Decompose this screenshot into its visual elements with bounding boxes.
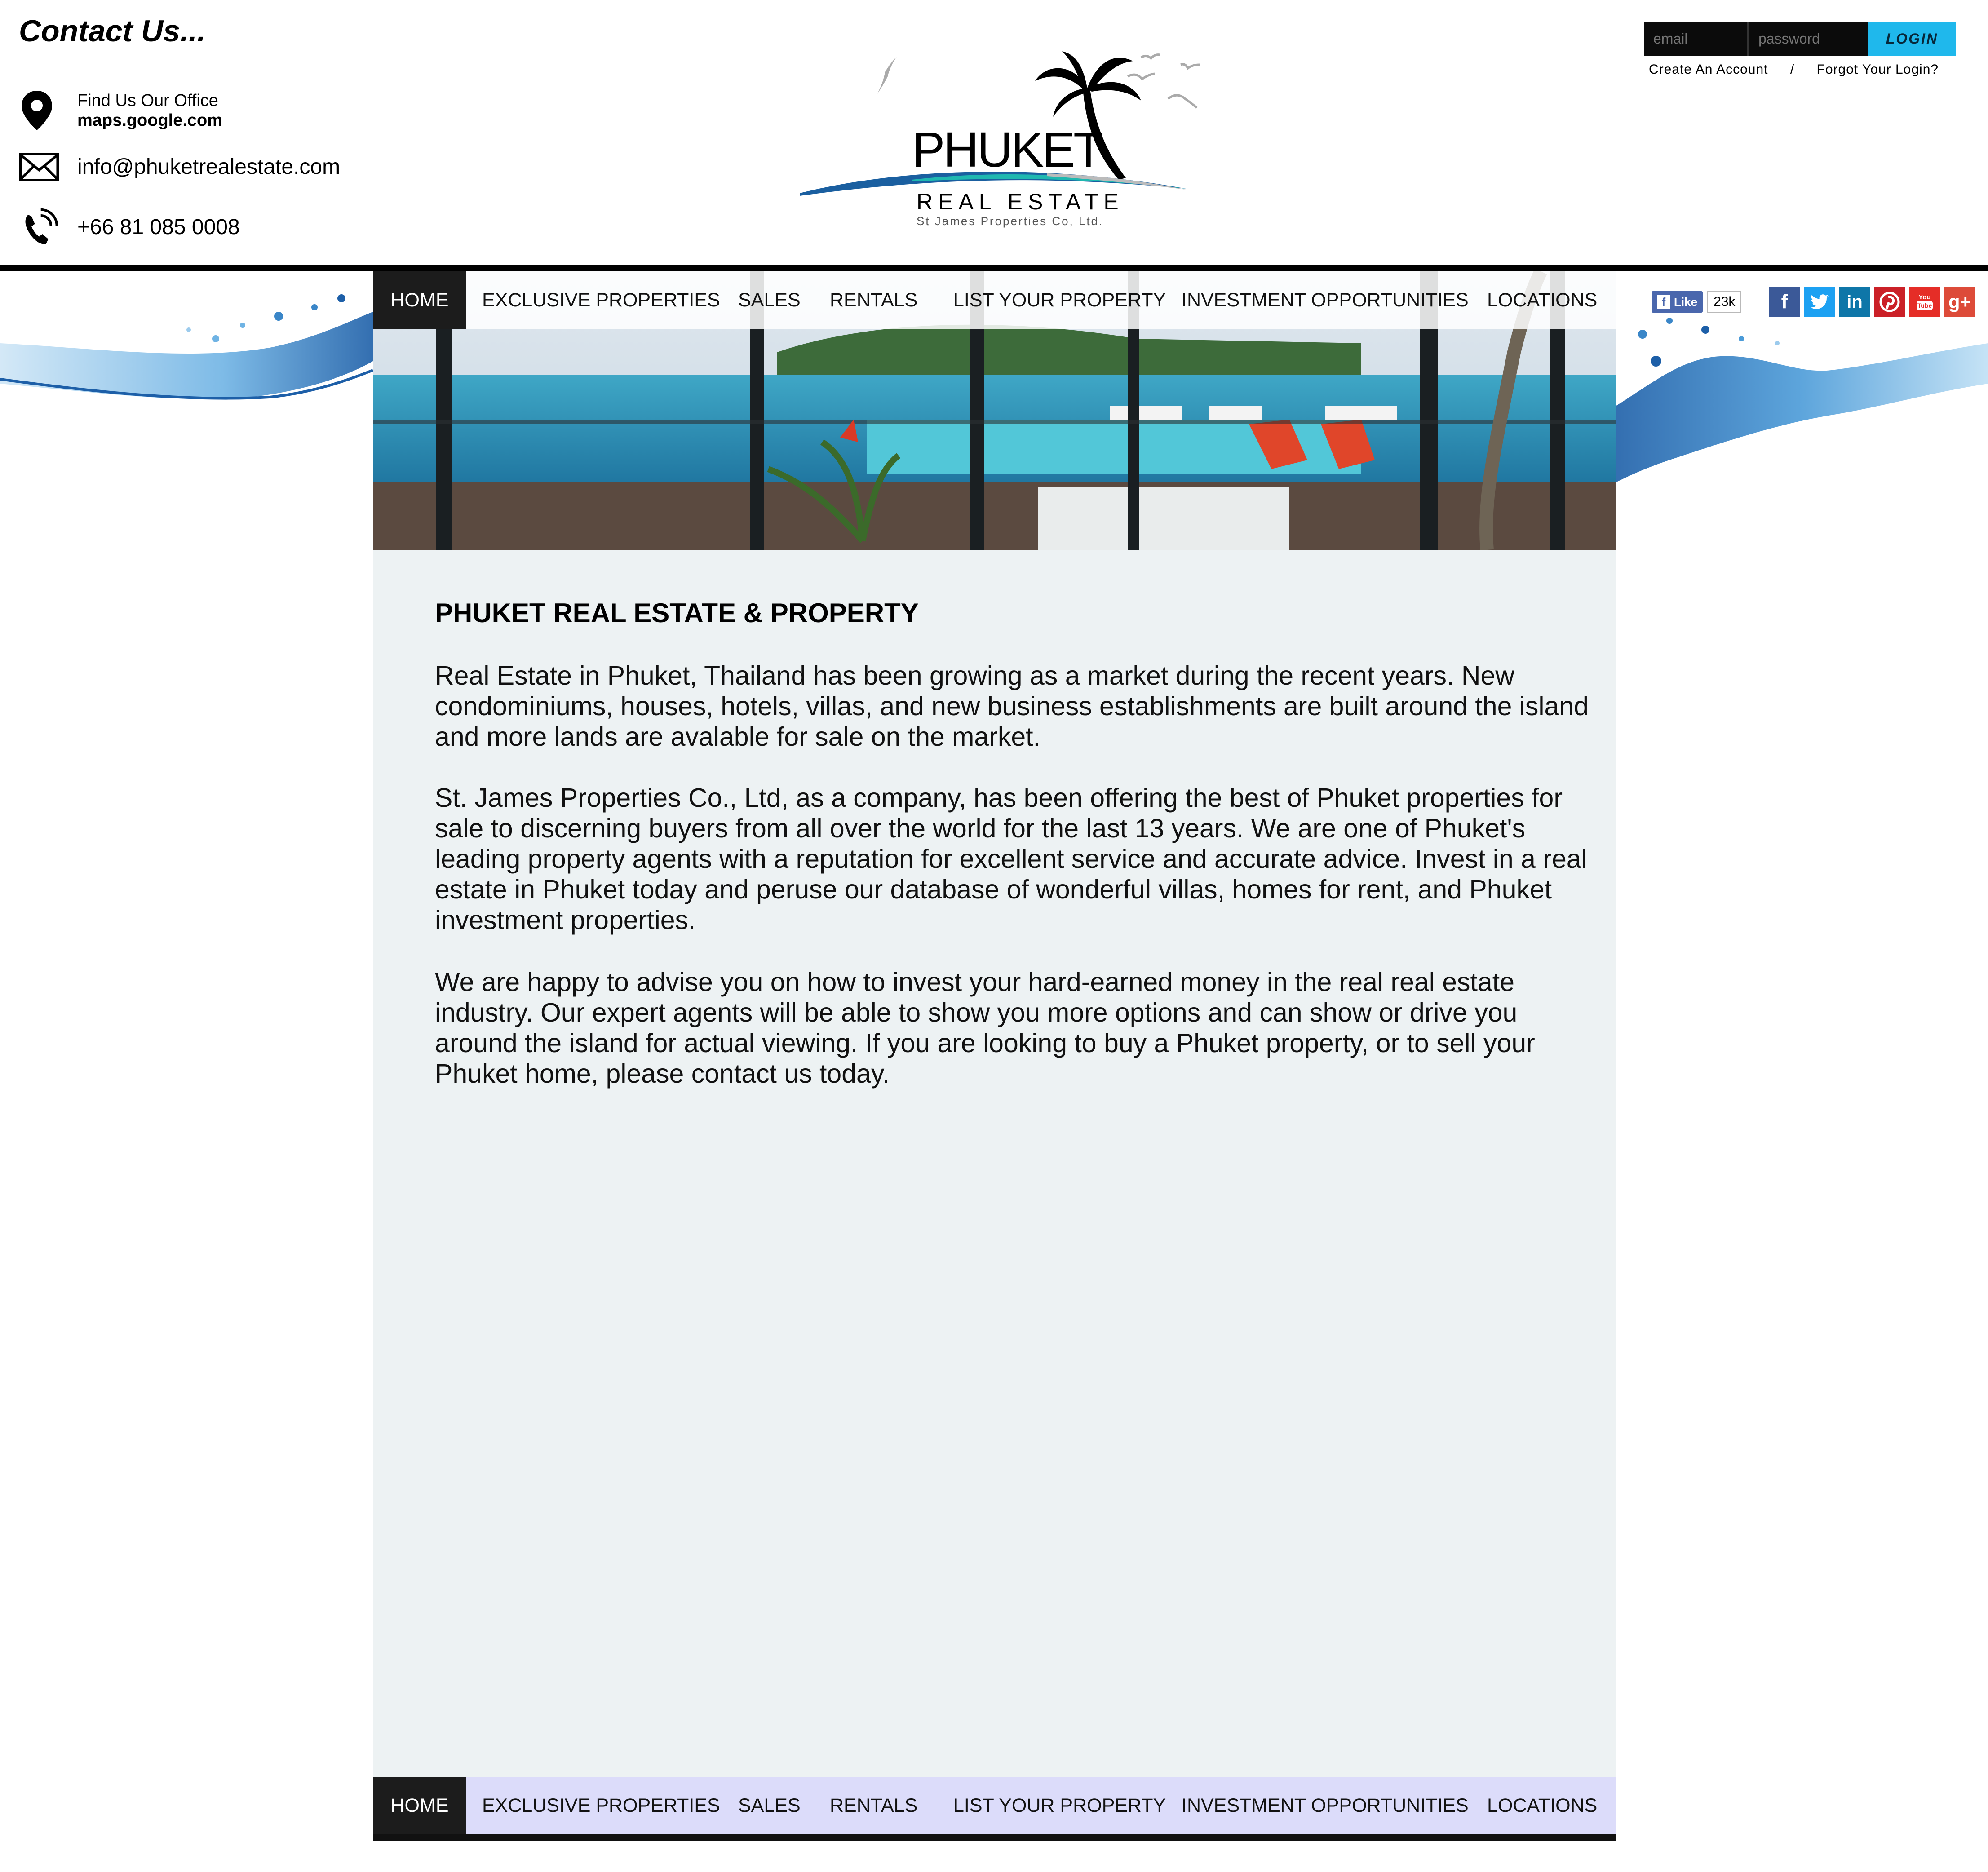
linkedin-icon[interactable]: in [1839,287,1870,317]
like-label: Like [1674,295,1698,309]
create-account-link[interactable]: Create An Account [1649,62,1768,77]
footer-nav-home[interactable]: HOME [373,1777,466,1834]
office-label: Find Us Our Office [77,91,218,110]
like-count: 23k [1707,291,1742,313]
footer-nav-locations[interactable]: LOCATIONS [1487,1777,1597,1834]
nav-rentals[interactable]: RENTALS [830,271,917,329]
footer-nav-list-your-property[interactable]: LIST YOUR PROPERTY [953,1777,1166,1834]
office-map-link[interactable]: maps.google.com [77,112,222,129]
page-heading: PHUKET REAL ESTATE & PROPERTY [435,598,919,628]
google-plus-icon[interactable]: g+ [1944,287,1975,317]
nav-home[interactable]: HOME [373,271,466,329]
forgot-login-link[interactable]: Forgot Your Login? [1817,62,1939,77]
login-links: Create An Account / Forgot Your Login? [1649,62,1939,77]
company-paragraph: St. James Properties Co., Ltd, as a comp… [435,783,1587,935]
nav-locations[interactable]: LOCATIONS [1487,271,1597,329]
office-contact-row[interactable]: Find Us Our Office maps.google.com [19,88,222,133]
contact-title: Contact Us... [19,14,206,48]
nav-investment-opportunities[interactable]: INVESTMENT OPPORTUNITIES [1182,271,1469,329]
intro-paragraph: Real Estate in Phuket, Thailand has been… [435,661,1589,752]
nav-list-your-property[interactable]: LIST YOUR PROPERTY [953,271,1166,329]
email-contact-row[interactable]: info@phuketrealestate.com [19,145,340,190]
water-splash-left-image [0,294,373,400]
nav-sales[interactable]: SALES [738,271,801,329]
logo-company: St James Properties Co, Ltd. [917,214,1104,228]
logo-subtitle: REAL ESTATE [917,189,1124,214]
facebook-small-icon: f [1657,295,1670,309]
advice-paragraph: We are happy to advise you on how to inv… [435,967,1535,1089]
envelope-icon [19,145,59,190]
youtube-icon[interactable]: You Tube [1909,287,1940,317]
pinterest-icon[interactable] [1874,287,1905,317]
login-link-separator: / [1790,62,1795,77]
login-bar: LOGIN [1644,22,1956,56]
facebook-like-widget[interactable]: f Like 23k [1652,291,1742,313]
twitter-icon[interactable] [1804,287,1835,317]
footer-nav-rentals[interactable]: RENTALS [830,1777,917,1834]
phone-number[interactable]: +66 81 085 0008 [77,217,240,238]
main-nav: HOME EXCLUSIVE PROPERTIES SALES RENTALS … [373,271,1616,329]
header-divider [0,265,1988,271]
svg-text:Tube: Tube [1917,302,1932,309]
map-pin-icon [19,88,59,133]
logo-wordmark: PHUKET [912,122,1103,177]
facebook-icon[interactable]: f [1769,287,1800,317]
email-input[interactable] [1644,22,1749,56]
footer-nav-exclusive-properties[interactable]: EXCLUSIVE PROPERTIES [482,1777,720,1834]
footer-nav: HOME EXCLUSIVE PROPERTIES SALES RENTALS … [373,1777,1616,1841]
password-input[interactable] [1749,22,1868,56]
phone-contact-row[interactable]: +66 81 085 0008 [19,205,240,250]
email-link[interactable]: info@phuketrealestate.com [77,156,340,178]
svg-text:You: You [1918,293,1930,301]
footer-nav-sales[interactable]: SALES [738,1777,801,1834]
phone-icon [19,205,59,250]
footer-nav-investment-opportunities[interactable]: INVESTMENT OPPORTUNITIES [1182,1777,1469,1834]
nav-exclusive-properties[interactable]: EXCLUSIVE PROPERTIES [482,271,720,329]
login-button[interactable]: LOGIN [1868,22,1956,56]
facebook-like-button[interactable]: f Like [1652,291,1703,313]
